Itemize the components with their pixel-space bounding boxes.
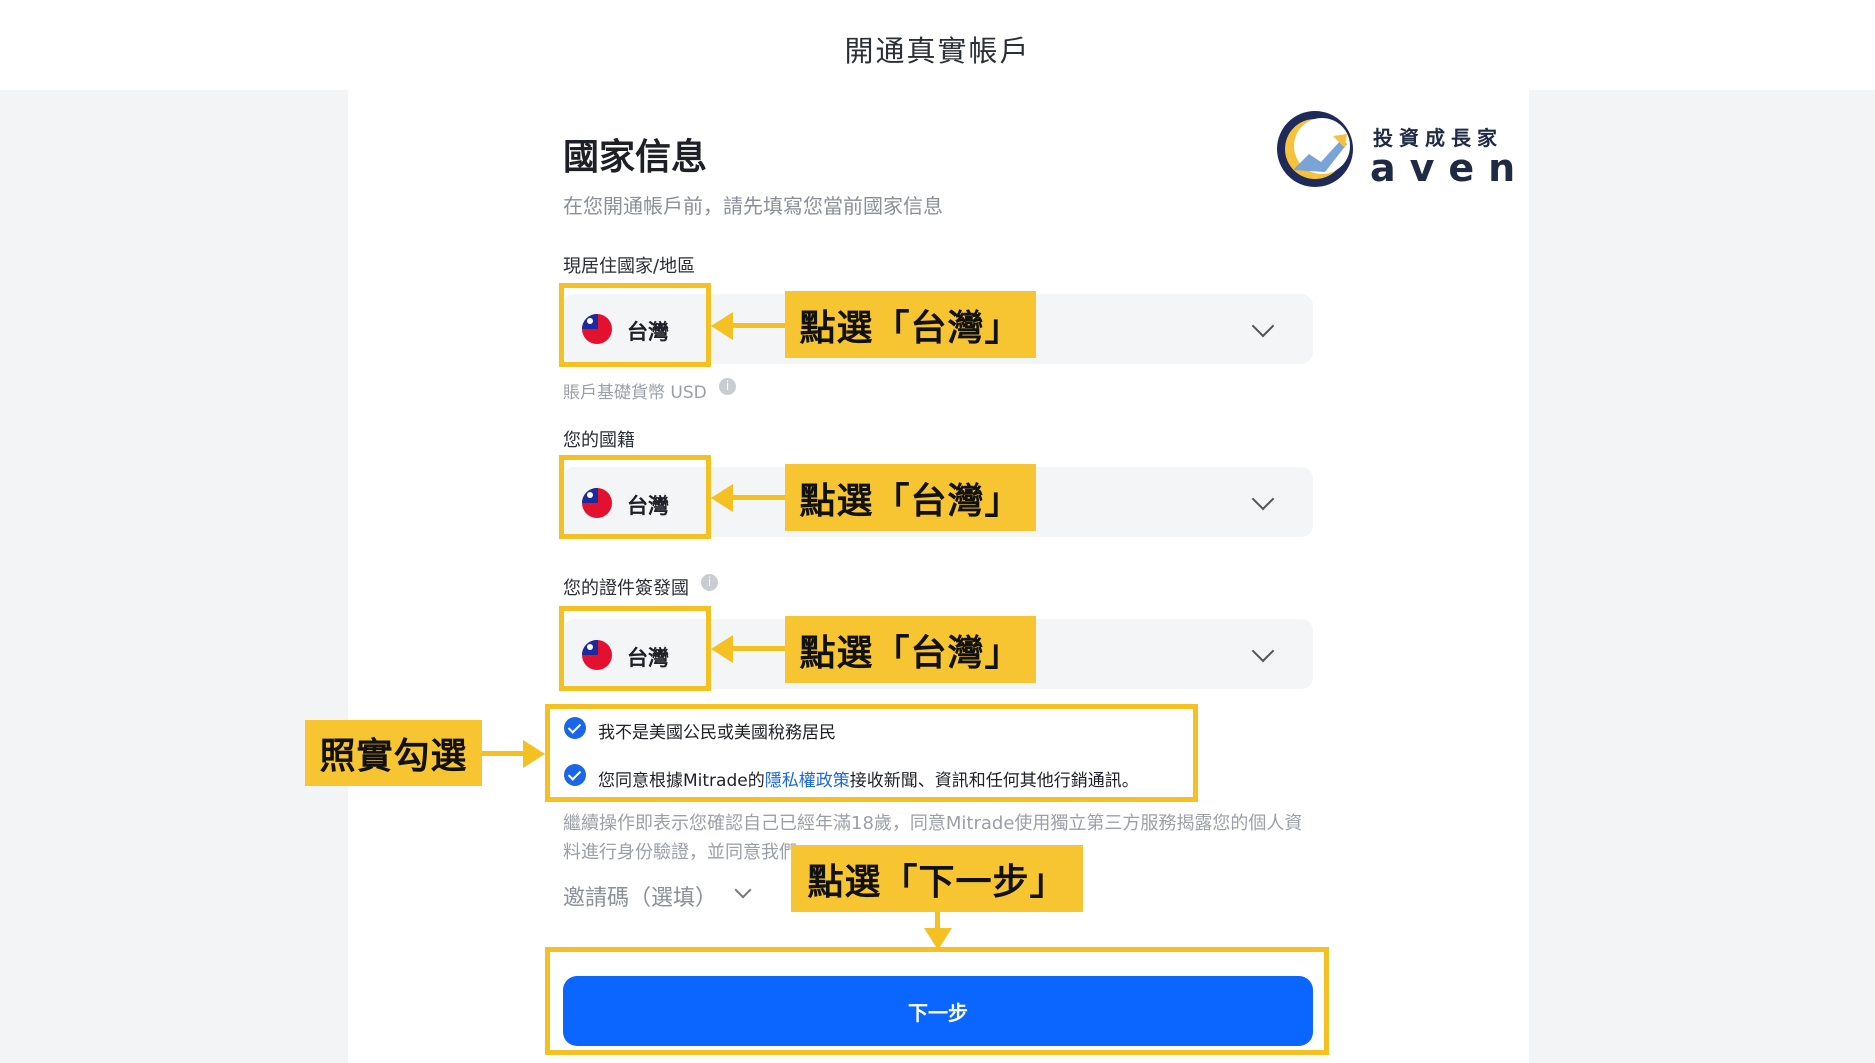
- section-title: 國家信息: [563, 137, 708, 178]
- top-bar: 開通真實帳戶: [0, 0, 1875, 90]
- disclaimer-line-1: 繼續操作即表示您確認自己已經年滿18歲，同意Mitrade使用獨立第三方服務揭露…: [563, 813, 1303, 834]
- highlight-box-checkboxes: [545, 704, 1198, 802]
- info-icon[interactable]: i: [719, 378, 736, 395]
- callout-select-taiwan: 點選「台灣」: [785, 464, 1036, 531]
- callout-select-taiwan: 點選「台灣」: [785, 616, 1036, 683]
- section-subtitle: 在您開通帳戶前，請先填寫您當前國家信息: [563, 194, 943, 218]
- arrow-right-icon: [523, 740, 545, 768]
- highlight-box-residence: [559, 283, 711, 367]
- highlight-box-next: [545, 947, 1329, 1055]
- logo-wordmark: aven: [1370, 146, 1530, 190]
- arrow-line: [730, 646, 786, 651]
- info-icon[interactable]: i: [701, 574, 718, 591]
- arrow-down-icon: [924, 928, 952, 950]
- arrow-line: [482, 751, 526, 756]
- id-issuer-label: 您的證件簽發國: [563, 578, 689, 599]
- left-margin: [0, 90, 348, 1063]
- callout-next-step: 點選「下一步」: [791, 845, 1083, 912]
- arrow-line: [730, 323, 786, 328]
- invite-code-toggle[interactable]: 邀請碼（選填）: [563, 880, 717, 912]
- highlight-box-nationality: [559, 455, 711, 539]
- callout-tick-truthfully: 照實勾選: [305, 720, 482, 786]
- page-title: 開通真實帳戶: [844, 34, 1031, 68]
- callout-select-taiwan: 點選「台灣」: [785, 291, 1036, 358]
- arrow-line: [730, 495, 786, 500]
- highlight-box-id-issuer: [559, 606, 711, 691]
- right-margin: [1529, 90, 1875, 1063]
- residence-label: 現居住國家/地區: [563, 256, 696, 277]
- base-currency-hint: 賬戶基礎貨幣 USD: [563, 383, 707, 403]
- nationality-label: 您的國籍: [563, 430, 635, 451]
